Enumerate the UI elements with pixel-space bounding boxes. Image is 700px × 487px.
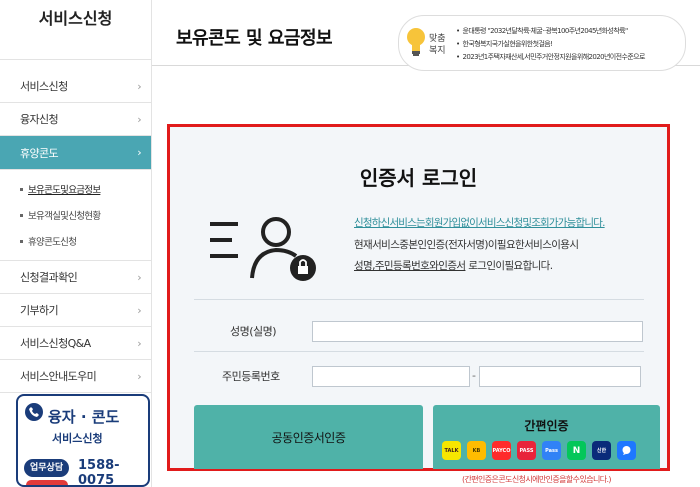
welfare-news-item[interactable]: 윤대통령 "2032년달착륙·체굴··광복100주년2045년화성착륙" (456, 25, 645, 38)
rrn-label: 주민등록번호 (222, 370, 280, 383)
submenu-item-label: 보유객실및신청현황 (28, 211, 101, 222)
chat-icon[interactable] (617, 441, 636, 460)
welfare-label-line1: 맞춤 (429, 34, 446, 44)
sidebar-item-label: 휴양콘도 (20, 146, 59, 160)
welfare-news-item[interactable]: 2023년1주택자재산세,서민주거안정지원을위해2020년이전수준으로 (456, 51, 646, 64)
submenu-item-label: 휴양콘도신청 (28, 237, 77, 248)
chevron-right-icon: › (137, 146, 141, 159)
page-title: 보유콘도 및 요금정보 (176, 28, 333, 49)
notice-line2: 현재서비스중본인인증(전자서명)이필요한서비스이용시 (354, 239, 579, 251)
sidebar-submenu: 보유콘도및요금정보 보유객실및신청현황 휴양콘도신청 (0, 170, 151, 261)
sidebar-item-result-check[interactable]: 신청결과확인 › (0, 261, 151, 294)
chevron-right-icon: › (137, 270, 141, 284)
submenu-item-label: 보유콘도및요금정보 (28, 185, 101, 196)
welfare-label-line2: 복지 (429, 46, 446, 56)
form-divider-middle (194, 351, 644, 352)
sidebar-item-label: 서비스신청 (20, 80, 68, 93)
name-label: 성명(실명) (230, 325, 277, 338)
rrn-back-input[interactable] (479, 366, 641, 387)
submenu-item-room-status[interactable]: 보유객실및신청현황 (20, 202, 151, 228)
chevron-right-icon: › (137, 303, 141, 317)
sidebar-item-donate[interactable]: 기부하기 › (0, 294, 151, 327)
sidebar-item-label: 서비스안내도우미 (20, 370, 97, 383)
notice-line3: 성명,주민등록번호와인증서 로그인이필요합니다. (354, 258, 553, 273)
auth-provider-icons: TALK KB PAYCO PASS Pass N 신한 (442, 441, 636, 460)
sidebar-item-guide-helper[interactable]: 서비스안내도우미 › (0, 360, 151, 393)
welfare-banner[interactable]: 맞춤 복지 윤대통령 "2032년달착륙·체굴··광복100주년2045년화성착… (398, 15, 686, 71)
login-title: 인증서 로그인 (359, 166, 478, 190)
simple-auth-footnote: (간편인증은콘도신청시에만인증을할수있습니다.) (462, 475, 612, 484)
pass-icon[interactable]: PASS (517, 441, 536, 460)
sidebar-item-resort-condo[interactable]: 휴양콘도 › (0, 136, 151, 170)
submenu-item-condo-rates[interactable]: 보유콘도및요금정보 (20, 176, 151, 202)
submenu-item-condo-apply[interactable]: 휴양콘도신청 (20, 228, 151, 254)
user-lock-icon (210, 217, 316, 281)
notice-line3-underlined: 성명,주민등록번호와인증서 (354, 260, 466, 272)
sidebar-title: 서비스신청 (0, 0, 151, 60)
toss-icon[interactable]: Pass (542, 441, 561, 460)
form-divider-top (194, 299, 644, 300)
payco-icon[interactable]: PAYCO (492, 441, 511, 460)
promo-subtitle: 서비스신청 (52, 432, 103, 445)
promo-title: 융자 · 콘도 (48, 408, 120, 426)
chevron-right-icon: › (137, 336, 141, 350)
simple-auth-title: 간편인증 (524, 419, 569, 433)
shinhan-icon[interactable]: 신한 (592, 441, 611, 460)
naver-icon[interactable]: N (567, 441, 586, 460)
chevron-right-icon: › (137, 369, 141, 383)
simple-auth-button[interactable]: 간편인증 TALK KB PAYCO PASS Pass N 신한 (433, 405, 660, 469)
chevron-right-icon: › (137, 79, 141, 93)
sidebar-item-label: 신청결과확인 (20, 271, 78, 284)
cert-login-panel: 인증서 로그인 신청하신서비스는회원가입없이서비스신청및조회가가능합니다. 현재… (167, 124, 670, 471)
chevron-right-icon: › (137, 112, 141, 126)
welfare-news-list: 윤대통령 "2032년달착륙·체굴··광복100주년2045년화성착륙" 한국형… (456, 25, 646, 64)
promo-red-badge (26, 480, 68, 485)
bullet-icon (20, 239, 23, 243)
kb-icon[interactable]: KB (467, 441, 486, 460)
kakao-icon[interactable]: TALK (442, 441, 461, 460)
rrn-front-input[interactable] (312, 366, 470, 387)
welfare-news-item[interactable]: 한국형복지국가실현을위한첫걸음! (456, 38, 645, 51)
sidebar-item-service-apply[interactable]: 서비스신청 › (0, 70, 151, 103)
promo-phone-number: 1588-0075 (78, 458, 120, 487)
cert-login-inner: 인증서 로그인 신청하신서비스는회원가입없이서비스신청및조회가가능합니다. 현재… (170, 127, 667, 469)
bullet-icon (20, 213, 23, 217)
notice-link[interactable]: 신청하신서비스는회원가입없이서비스신청및조회가가능합니다. (354, 215, 605, 230)
joint-cert-button[interactable]: 공동인증서인증 (194, 405, 423, 469)
lightbulb-icon (407, 28, 425, 56)
notice-line3-rest: 로그인이필요합니다. (465, 260, 553, 272)
phone-icon (25, 403, 43, 421)
welfare-label: 맞춤 복지 (429, 33, 446, 57)
name-input[interactable] (312, 321, 643, 342)
sidebar-item-label: 서비스신청Q&A (20, 337, 91, 350)
sidebar-item-label: 기부하기 (20, 304, 59, 317)
sidebar-item-qna[interactable]: 서비스신청Q&A › (0, 327, 151, 360)
promo-banner[interactable]: 융자 · 콘도 서비스신청 업무상담 1588-0075 (16, 394, 150, 487)
promo-badge: 업무상담 (24, 459, 70, 477)
bullet-icon (20, 187, 23, 191)
rrn-dash: - (472, 369, 476, 382)
sidebar-item-loan-apply[interactable]: 융자신청 › (0, 103, 151, 136)
sidebar-item-label: 융자신청 (20, 113, 59, 126)
chat-bubble-glyph (622, 446, 631, 455)
